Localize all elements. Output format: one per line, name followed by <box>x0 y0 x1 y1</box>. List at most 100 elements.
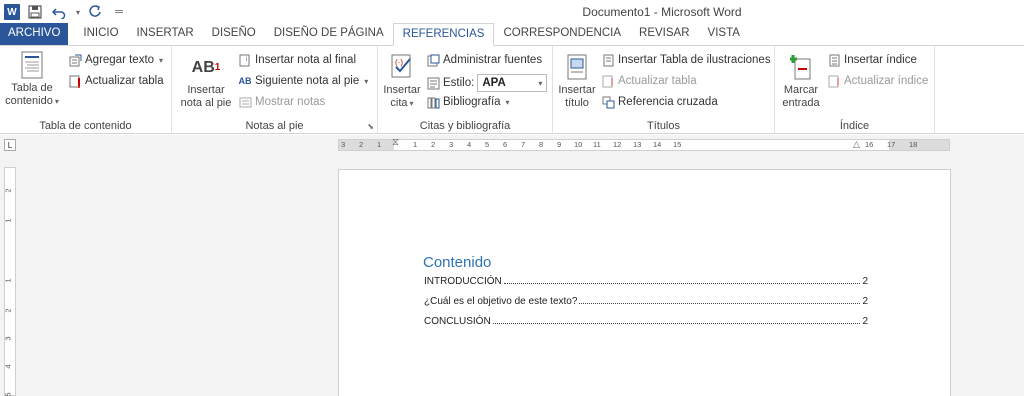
add-text-icon <box>68 53 82 67</box>
update-table-icon <box>68 74 82 88</box>
toc-button[interactable]: Tabla de contenido ▾ <box>4 50 60 108</box>
bibliography-button[interactable]: Bibliografía ▾ <box>426 95 510 109</box>
tab-insertar[interactable]: INSERTAR <box>128 23 203 45</box>
ruler-mark: 6 <box>503 140 508 149</box>
mark-entry-label-line1: Marcar <box>783 84 819 96</box>
ruler-mark: 11 <box>593 140 601 149</box>
ruler-mark: 9 <box>557 140 562 149</box>
insert-index-button[interactable]: Insertar índice <box>827 53 917 67</box>
footnote-label-line2: nota al pie <box>180 97 232 109</box>
ruler-mark: 15 <box>673 140 682 149</box>
toc-heading[interactable]: Contenido <box>423 254 491 271</box>
chevron-down-icon: ▾ <box>538 78 543 88</box>
update-figures-table-button[interactable]: Actualizar tabla <box>601 74 697 88</box>
manage-sources-icon <box>426 53 440 67</box>
horizontal-ruler[interactable]: 3 2 1 ⧖ 1 2 3 4 5 6 7 8 9 10 11 12 13 14… <box>338 138 950 151</box>
ruler-mark: 17 <box>887 140 896 149</box>
tab-selector[interactable]: L <box>4 139 16 151</box>
insert-citation-button[interactable]: (·) Insertar cita ▾ <box>382 52 422 110</box>
ruler-mark: 8 <box>539 140 544 149</box>
ruler-mark: 1 <box>377 140 382 149</box>
update-index-icon <box>827 74 841 88</box>
chevron-down-icon: ▾ <box>505 97 510 107</box>
vruler-mark: 1 <box>3 218 13 223</box>
update-table-button[interactable]: Actualizar tabla <box>68 74 164 88</box>
toc-entry[interactable]: CONCLUSIÓN 2 <box>424 316 868 327</box>
tab-revisar[interactable]: REVISAR <box>630 23 699 45</box>
ruler-mark: 5 <box>485 140 490 149</box>
ruler-mark: 18 <box>909 140 918 149</box>
vruler-mark: 2 <box>3 188 13 193</box>
show-notes-label: Mostrar notas <box>255 96 326 108</box>
toc-entry-text: INTRODUCCIÓN <box>424 276 502 287</box>
style-dropdown[interactable]: APA ▾ <box>477 74 548 92</box>
next-footnote-button[interactable]: AB Siguiente nota al pie ▾ <box>238 74 369 88</box>
insert-index-label: Insertar índice <box>844 54 917 66</box>
ruler-mark: 4 <box>467 140 472 149</box>
insert-footnote-button[interactable]: AB 1 Insertar nota al pie <box>178 52 234 110</box>
toc-leader-dots <box>492 316 861 324</box>
ruler-mark: 16 <box>865 140 874 149</box>
tab-referencias[interactable]: REFERENCIAS <box>392 23 495 46</box>
toc-group: Tabla de contenido ▾ Agregar texto ▾ Actua… <box>0 46 172 134</box>
caption-label-line1: Insertar <box>558 84 596 96</box>
vertical-ruler[interactable]: 2 1 1 2 3 4 5 <box>4 167 16 396</box>
citation-label-line1: Insertar <box>383 84 421 96</box>
update-index-button[interactable]: Actualizar índice <box>827 74 928 88</box>
bibliography-icon <box>426 95 440 109</box>
toc-label-line2: contenido <box>5 95 53 107</box>
citations-group-label: Citas y bibliografía <box>419 120 511 132</box>
tab-vista[interactable]: VISTA <box>699 23 749 45</box>
insert-endnote-button[interactable]: i Insertar nota al final <box>238 53 356 67</box>
update-figures-table-label: Actualizar tabla <box>618 75 697 87</box>
insert-index-icon <box>827 53 841 67</box>
cross-reference-icon <box>601 95 615 109</box>
right-indent-marker-icon[interactable]: △ <box>853 139 860 149</box>
chevron-down-icon[interactable]: ▾ <box>364 77 368 86</box>
ruler-mark: 12 <box>613 140 622 149</box>
tab-diseno[interactable]: DISEÑO <box>203 23 265 45</box>
ruler-mark: 10 <box>574 140 583 149</box>
document-page[interactable]: Contenido INTRODUCCIÓN 2 ¿Cuál es el obj… <box>338 169 951 396</box>
toc-entry-page: 2 <box>862 296 868 307</box>
manage-sources-button[interactable]: Administrar fuentes <box>426 53 542 67</box>
dialog-launcher-icon[interactable]: ⬊ <box>367 122 374 131</box>
insert-caption-button[interactable]: Insertar título <box>557 52 597 110</box>
captions-group: Insertar título Insertar Tabla de ilustr… <box>553 46 775 134</box>
caption-label-line2: título <box>565 97 589 109</box>
citation-label-line2: cita <box>390 97 408 109</box>
vruler-mark: 1 <box>3 278 13 283</box>
toc-group-label: Tabla de contenido <box>39 120 132 132</box>
mark-entry-button[interactable]: Marcar entrada <box>779 52 823 110</box>
toc-entry-page: 2 <box>862 316 868 327</box>
cross-reference-button[interactable]: Referencia cruzada <box>601 95 718 109</box>
show-notes-button[interactable]: Mostrar notas <box>238 95 325 109</box>
ruler-mark: 1 <box>413 140 418 149</box>
tab-inicio[interactable]: INICIO <box>74 23 127 45</box>
toc-entry-text: CONCLUSIÓN <box>424 316 491 327</box>
insert-table-figures-button[interactable]: Insertar Tabla de ilustraciones <box>601 53 771 67</box>
insert-table-figures-label: Insertar Tabla de ilustraciones <box>618 54 771 66</box>
window-title: Documento1 - Microsoft Word <box>582 5 742 19</box>
left-margin-shade <box>339 140 394 150</box>
tab-correspondencia[interactable]: CORRESPONDENCIA <box>494 23 630 45</box>
style-icon <box>426 76 440 90</box>
next-footnote-icon: AB <box>238 76 252 86</box>
vruler-mark: 4 <box>3 364 13 369</box>
chevron-down-icon: ▾ <box>159 55 164 65</box>
index-group: Marcar entrada Insertar índice Actualiza… <box>775 46 935 134</box>
title-bar: W ▾ ═ Documento1 - Microsoft Word <box>0 0 1024 24</box>
tab-archivo[interactable]: ARCHIVO <box>0 23 69 45</box>
toc-entry[interactable]: ¿Cuál es el objetivo de este texto? 2 <box>424 296 868 307</box>
caption-icon <box>563 52 591 82</box>
add-text-button[interactable]: Agregar texto ▾ <box>68 53 163 67</box>
indent-marker-icon[interactable]: ⧖ <box>392 138 399 148</box>
toc-leader-dots <box>579 296 861 304</box>
ab-glyph: AB <box>191 58 215 76</box>
ribbon-tabs: ARCHIVO INICIO INSERTAR DISEÑO DISEÑO DE… <box>0 23 1024 46</box>
toc-entry[interactable]: INTRODUCCIÓN 2 <box>424 276 868 287</box>
superscript-glyph: 1 <box>214 61 221 73</box>
citations-group: (·) Insertar cita ▾ Administrar fuentes E… <box>378 46 553 134</box>
tab-diseno-pagina[interactable]: DISEÑO DE PÁGINA <box>265 23 393 45</box>
toc-label-line1: Tabla de <box>11 82 53 94</box>
